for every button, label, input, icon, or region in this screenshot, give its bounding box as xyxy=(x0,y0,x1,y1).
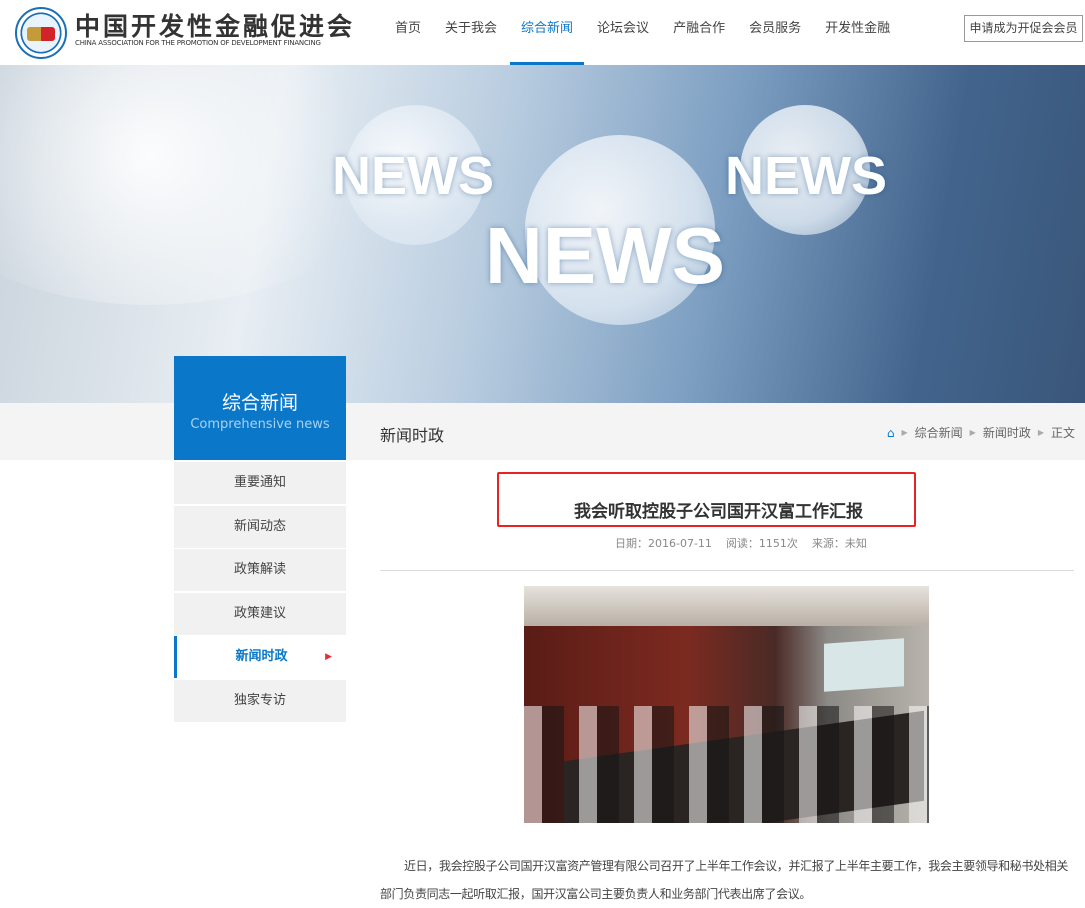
sidebar-menu: 重要通知 新闻动态 政策解读 政策建议 新闻时政 ▶ 独家专访 xyxy=(174,462,346,724)
logo-seal-icon[interactable] xyxy=(15,7,67,59)
main-nav: 首页 关于我会 综合新闻 论坛会议 产融合作 会员服务 开发性金融 xyxy=(383,0,902,65)
photo-projection-screen xyxy=(824,638,904,692)
news-banner: NEWS NEWS NEWS xyxy=(0,65,1085,403)
home-icon[interactable]: ⌂ xyxy=(887,426,895,440)
caret-right-icon: ▶ xyxy=(901,428,908,437)
join-member-button[interactable]: 申请成为开促会会员 xyxy=(964,15,1083,42)
sidebar-item-news-updates[interactable]: 新闻动态 xyxy=(174,505,346,548)
nav-industry-finance[interactable]: 产融合作 xyxy=(662,0,736,65)
article-meta: 日期：2016-07-11 阅读：1151次 来源：未知 xyxy=(615,535,867,551)
breadcrumb-current-affairs[interactable]: 新闻时政 xyxy=(983,424,1031,441)
nav-member-services[interactable]: 会员服务 xyxy=(738,0,812,65)
sidebar-header: 综合新闻 Comprehensive news xyxy=(174,356,346,460)
sidebar-item-policy-interpretation[interactable]: 政策解读 xyxy=(174,549,346,592)
divider xyxy=(380,570,1074,571)
banner-news-word: NEWS xyxy=(725,146,887,206)
nav-forum[interactable]: 论坛会议 xyxy=(586,0,660,65)
nav-about[interactable]: 关于我会 xyxy=(434,0,508,65)
nav-news[interactable]: 综合新闻 xyxy=(510,0,585,65)
article-title: 我会听取控股子公司国开汉富工作汇报 xyxy=(574,502,863,522)
nav-development-finance[interactable]: 开发性金融 xyxy=(814,0,901,65)
sidebar-item-current-affairs[interactable]: 新闻时政 ▶ xyxy=(174,636,346,679)
caret-right-icon: ▶ xyxy=(325,652,332,663)
photo-attendees xyxy=(524,706,929,823)
logo-title[interactable]: 中国开发性金融促进会 xyxy=(75,7,355,43)
caret-right-icon: ▶ xyxy=(969,428,976,437)
sidebar-item-exclusive-interviews[interactable]: 独家专访 xyxy=(174,679,346,722)
sidebar-item-notices[interactable]: 重要通知 xyxy=(174,462,346,504)
sidebar-item-label: 新闻时政 xyxy=(235,649,288,665)
breadcrumb-news[interactable]: 综合新闻 xyxy=(915,424,963,441)
article-source: 来源：未知 xyxy=(811,537,867,550)
breadcrumb-article: 正文 xyxy=(1050,426,1075,440)
nav-home[interactable]: 首页 xyxy=(384,0,432,65)
logo-subtitle: CHINA ASSOCIATION FOR THE PROMOTION OF D… xyxy=(75,39,321,47)
article-photo xyxy=(524,586,929,823)
caret-right-icon: ▶ xyxy=(1037,428,1044,437)
article-body: 近日，我会控股子公司国开汉富资产管理有限公司召开了上半年工作会议，并汇报了上半年… xyxy=(380,859,1069,901)
banner-news-word: NEWS xyxy=(332,146,494,206)
sidebar-subtitle: Comprehensive news xyxy=(190,417,330,432)
sidebar-item-policy-suggestions[interactable]: 政策建议 xyxy=(174,592,346,635)
banner-news-word: NEWS xyxy=(485,211,725,300)
article-date: 日期：2016-07-11 xyxy=(615,537,712,550)
photo-ceiling xyxy=(524,586,929,626)
sidebar-title: 综合新闻 xyxy=(221,392,298,414)
breadcrumb: ⌂ ▶ 综合新闻 ▶ 新闻时政 ▶ 正文 xyxy=(887,424,1075,441)
section-title: 新闻时政 xyxy=(380,426,445,445)
article-reads: 阅读：1151次 xyxy=(725,537,798,550)
site-header: 中国开发性金融促进会 CHINA ASSOCIATION FOR THE PRO… xyxy=(0,0,1085,65)
